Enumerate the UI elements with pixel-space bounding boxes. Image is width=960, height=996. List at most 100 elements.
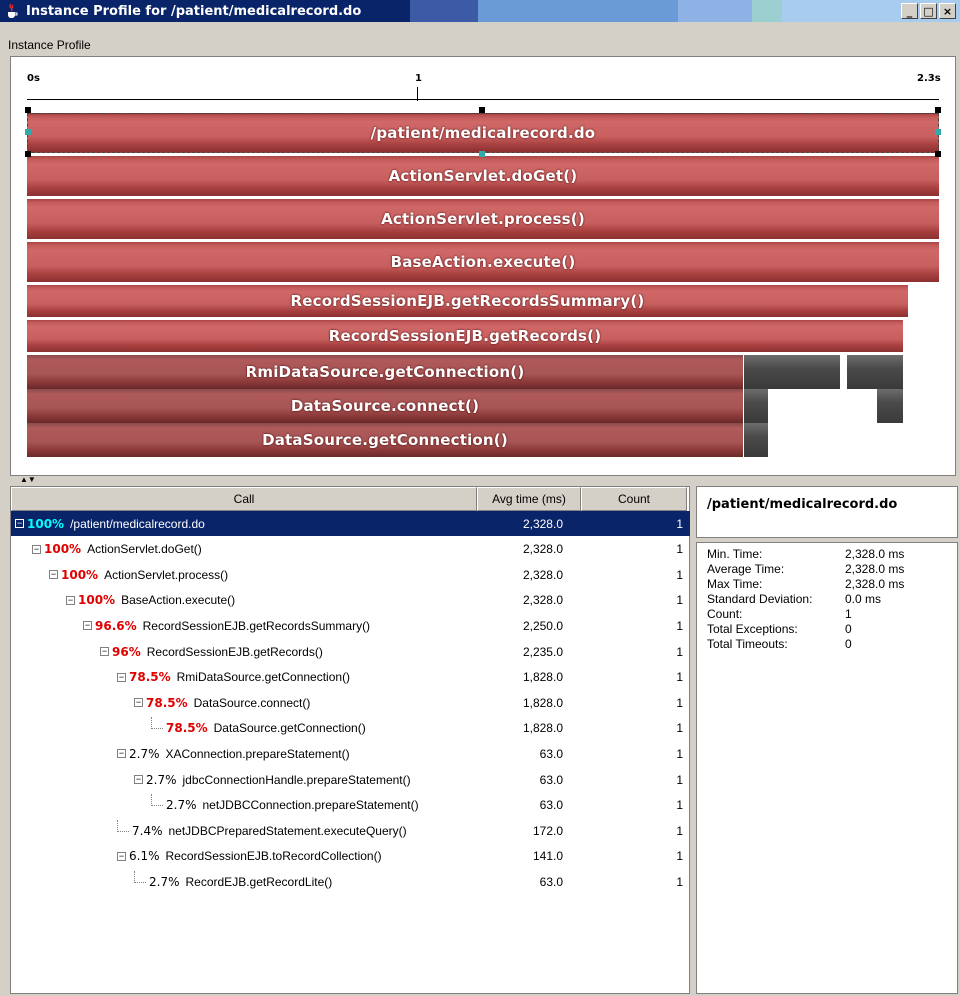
percent-label: 2.7% bbox=[146, 772, 177, 787]
column-header-avg-time[interactable]: Avg time (ms) bbox=[477, 487, 581, 511]
call-cell: −100% ActionServlet.doGet() bbox=[11, 537, 477, 562]
collapse-toggle-icon[interactable]: − bbox=[49, 570, 58, 580]
gray-block bbox=[744, 355, 768, 389]
selection-handle[interactable] bbox=[935, 151, 941, 157]
detail-label: Total Exceptions: bbox=[707, 622, 798, 636]
selection-handle[interactable] bbox=[479, 107, 485, 113]
method-name: RecordSessionEJB.toRecordCollection() bbox=[165, 849, 382, 864]
percent-label: 2.7% bbox=[129, 746, 160, 761]
tree-connector-icon bbox=[134, 870, 146, 883]
collapse-toggle-icon[interactable]: − bbox=[134, 698, 143, 708]
call-cell: −96.6% RecordSessionEJB.getRecordsSummary… bbox=[11, 613, 477, 638]
table-row[interactable]: −96.6% RecordSessionEJB.getRecordsSummary… bbox=[11, 613, 691, 638]
detail-row: Count: 1 bbox=[705, 607, 949, 622]
table-header: Call Avg time (ms) Count bbox=[11, 487, 691, 511]
collapse-toggle-icon[interactable]: − bbox=[100, 647, 109, 656]
tree-connector-icon bbox=[151, 717, 163, 730]
call-bar[interactable]: ActionServlet.doGet() bbox=[27, 156, 939, 196]
collapse-toggle-icon[interactable]: − bbox=[32, 544, 41, 554]
call-bar[interactable]: DataSource.connect() bbox=[27, 389, 743, 423]
table-row[interactable]: 2.7% netJDBCConnection.prepareStatement()… bbox=[11, 793, 691, 818]
table-row[interactable]: 2.7% RecordEJB.getRecordLite() 63.0 1 bbox=[11, 869, 691, 894]
collapse-toggle-icon[interactable]: − bbox=[117, 851, 126, 861]
selection-handle[interactable] bbox=[935, 129, 941, 135]
timeline-axis bbox=[27, 99, 939, 100]
selection-handle[interactable] bbox=[479, 151, 485, 157]
collapse-toggle-icon[interactable]: − bbox=[66, 595, 75, 605]
table-row[interactable]: −100% /patient/medicalrecord.do 2,328.0 1 bbox=[11, 511, 691, 536]
selection-handle[interactable] bbox=[935, 107, 941, 113]
table-row[interactable]: −2.7% jdbcConnectionHandle.prepareStateme… bbox=[11, 767, 691, 792]
avg-time-cell: 63.0 bbox=[539, 772, 563, 787]
avg-time-cell: 2,235.0 bbox=[522, 644, 563, 659]
table-row[interactable]: −100% ActionServlet.process() 2,328.0 1 bbox=[11, 562, 691, 587]
window-titlebar[interactable]: Instance Profile for /patient/medicalrec… bbox=[0, 0, 960, 22]
collapse-toggle-icon[interactable]: − bbox=[117, 672, 126, 682]
call-bar[interactable]: RmiDataSource.getConnection() bbox=[27, 355, 743, 389]
table-row[interactable]: −96% RecordSessionEJB.getRecords() 2,235.0… bbox=[11, 639, 691, 664]
table-row[interactable]: 7.4% netJDBCPreparedStatement.executeQuer… bbox=[11, 818, 691, 843]
count-cell: 1 bbox=[676, 721, 683, 736]
gray-block bbox=[744, 423, 768, 457]
count-cell: 1 bbox=[676, 516, 683, 531]
avg-time-cell: 63.0 bbox=[539, 746, 563, 761]
table-row[interactable]: −78.5% DataSource.connect() 1,828.0 1 bbox=[11, 690, 691, 715]
avg-time-cell: 2,328.0 bbox=[522, 567, 563, 582]
call-bar[interactable]: /patient/medicalrecord.do bbox=[27, 113, 939, 153]
method-name: netJDBCConnection.prepareStatement() bbox=[202, 798, 419, 813]
detail-value: 2,328.0 ms bbox=[845, 562, 905, 576]
avg-time-cell: 63.0 bbox=[539, 874, 563, 889]
timeline-mid-label: 1 bbox=[415, 73, 422, 84]
call-cell: −78.5% DataSource.connect() bbox=[11, 690, 477, 715]
call-bar[interactable]: ActionServlet.process() bbox=[27, 199, 939, 239]
avg-time-cell: 1,828.0 bbox=[522, 670, 563, 685]
table-row[interactable]: −78.5% RmiDataSource.getConnection() 1,828… bbox=[11, 665, 691, 690]
percent-label: 2.7% bbox=[149, 874, 180, 889]
call-bar[interactable]: RecordSessionEJB.getRecordsSummary() bbox=[27, 285, 908, 317]
collapse-toggle-icon[interactable]: − bbox=[15, 519, 24, 528]
table-row[interactable]: −2.7% XAConnection.prepareStatement() 63.0… bbox=[11, 741, 691, 766]
method-name: ActionServlet.doGet() bbox=[87, 542, 202, 557]
call-bar[interactable]: RecordSessionEJB.getRecords() bbox=[27, 320, 903, 352]
method-name: RmiDataSource.getConnection() bbox=[176, 670, 351, 685]
detail-value: 1 bbox=[845, 607, 852, 621]
avg-time-cell: 172.0 bbox=[532, 823, 563, 838]
detail-row: Total Timeouts: 0 bbox=[705, 637, 949, 652]
minimize-button[interactable]: _ bbox=[901, 3, 918, 19]
count-cell: 1 bbox=[676, 593, 683, 608]
selection-handle[interactable] bbox=[25, 129, 31, 135]
detail-label: Total Timeouts: bbox=[707, 637, 788, 651]
maximize-button[interactable]: □ bbox=[920, 3, 937, 19]
close-button[interactable]: × bbox=[939, 3, 956, 19]
percent-label: 78.5% bbox=[129, 670, 171, 685]
collapse-toggle-icon[interactable]: − bbox=[83, 621, 92, 631]
table-row[interactable]: −6.1% RecordSessionEJB.toRecordCollection… bbox=[11, 844, 691, 869]
gray-block bbox=[847, 355, 903, 389]
call-bar[interactable]: BaseAction.execute() bbox=[27, 242, 939, 282]
count-cell: 1 bbox=[676, 542, 683, 557]
collapse-toggle-icon[interactable]: − bbox=[117, 749, 126, 759]
percent-label: 96.6% bbox=[95, 618, 137, 633]
call-tree-table[interactable]: Call Avg time (ms) Count −100%/patient/m… bbox=[10, 486, 691, 994]
column-header-call[interactable]: Call bbox=[11, 487, 477, 511]
call-cell: −100% ActionServlet.process() bbox=[11, 562, 477, 587]
table-row[interactable]: −100% BaseAction.execute() 2,328.0 1 bbox=[11, 588, 691, 613]
close-icon: × bbox=[942, 4, 953, 18]
horizontal-splitter[interactable]: ▲▼ bbox=[0, 476, 960, 486]
count-cell: 1 bbox=[676, 670, 683, 685]
percent-label: 100% bbox=[27, 516, 65, 531]
splitter-arrows-icon[interactable]: ▲▼ bbox=[20, 476, 36, 484]
instance-profile-chart[interactable]: 0s 1 2.3s /patient/medicalrecord.do Actio… bbox=[10, 56, 956, 476]
table-row[interactable]: −100% ActionServlet.doGet() 2,328.0 1 bbox=[11, 537, 691, 562]
count-cell: 1 bbox=[676, 823, 683, 838]
count-cell: 1 bbox=[676, 772, 683, 787]
column-header-count[interactable]: Count bbox=[581, 487, 687, 511]
call-bar[interactable]: DataSource.getConnection() bbox=[27, 423, 743, 457]
table-row[interactable]: 78.5% DataSource.getConnection() 1,828.0 1 bbox=[11, 716, 691, 741]
timeline-tick bbox=[417, 87, 418, 101]
selection-handle[interactable] bbox=[25, 107, 31, 113]
selection-handle[interactable] bbox=[25, 151, 31, 157]
collapse-toggle-icon[interactable]: − bbox=[134, 775, 143, 784]
call-cell: −2.7% XAConnection.prepareStatement() bbox=[11, 741, 477, 766]
avg-time-cell: 63.0 bbox=[539, 798, 563, 813]
